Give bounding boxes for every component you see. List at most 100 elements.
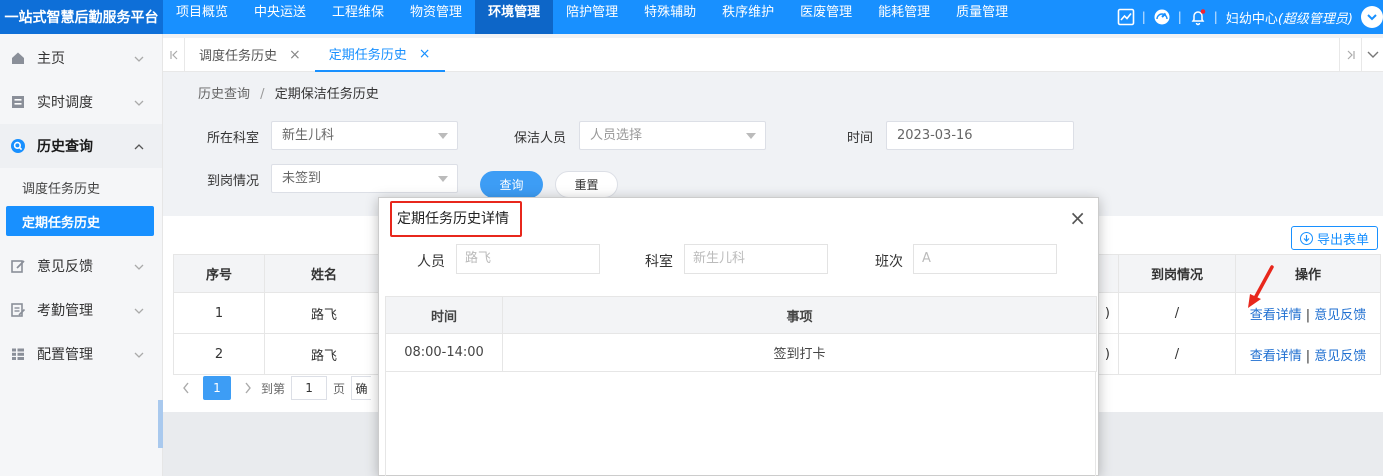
- breadcrumb-current: 定期保洁任务历史: [274, 87, 379, 102]
- cell-ops: 查看详情 | 意见反馈: [1235, 333, 1381, 375]
- pagination: 1 到第 1 页 确: [173, 376, 377, 400]
- feedback-link[interactable]: 意见反馈: [1314, 349, 1366, 364]
- search-icon: [10, 138, 26, 154]
- topnav-item-energy[interactable]: 能耗管理: [865, 0, 943, 34]
- arrival-select[interactable]: 未签到: [271, 164, 458, 193]
- tab-right-controls: [1339, 38, 1383, 72]
- separator: |: [1141, 10, 1146, 24]
- sidebar-item-feedback[interactable]: 意见反馈: [0, 244, 162, 288]
- topnav-item-central-transport[interactable]: 中央运送: [241, 0, 319, 34]
- cleaner-select-placeholder: 人员选择: [590, 128, 643, 143]
- topnav-item-overview[interactable]: 项目概览: [163, 0, 241, 34]
- export-label: 导出表单: [1316, 232, 1369, 248]
- table-header-row: 时间 事项: [385, 296, 1097, 334]
- sidebar-subitem-dispatch-history[interactable]: 调度任务历史: [0, 168, 162, 206]
- user-role: (超级管理员): [1277, 11, 1353, 27]
- sidebar-item-history[interactable]: 历史查询: [0, 124, 162, 168]
- person-field: 路飞: [456, 244, 600, 274]
- topnav-item-medical-waste[interactable]: 医废管理: [787, 0, 865, 34]
- bell-icon[interactable]: [1188, 7, 1208, 27]
- separator: |: [1213, 10, 1218, 24]
- tab-label: 定期任务历史: [328, 48, 407, 63]
- col-header-arrival: 到岗情况: [1118, 254, 1236, 293]
- dept-label: 所在科室: [207, 131, 260, 146]
- detail-modal: 定期任务历史详情 × 人员 路飞 科室 新生儿科 班次 A 时间 事项 08:0…: [378, 197, 1099, 476]
- chevron-down-icon: [134, 96, 144, 112]
- page-number-current[interactable]: 1: [203, 376, 231, 400]
- sidebar-item-home[interactable]: 主页: [0, 36, 162, 80]
- sidebar: 主页 实时调度 历史查询 调度任务历史 定期任务历史 意见反馈 考勤管理 配置管…: [0, 34, 163, 476]
- cleaner-select[interactable]: 人员选择: [579, 121, 766, 150]
- col-header-seq: 序号: [173, 254, 265, 293]
- app-title: 一站式智慧后勤服务平台: [0, 0, 163, 34]
- sidebar-item-label: 主页: [37, 51, 65, 67]
- cell-seq: 1: [173, 292, 265, 334]
- dept-field: 新生儿科: [684, 244, 828, 274]
- top-right-tools: | | | 妇幼中心(超级管理员): [1112, 0, 1383, 34]
- topnav-item-escort[interactable]: 陪护管理: [553, 0, 631, 34]
- dept-select-value: 新生儿科: [282, 128, 335, 143]
- config-icon: [10, 346, 26, 362]
- dept-select[interactable]: 新生儿科: [271, 121, 458, 150]
- topnav-item-quality[interactable]: 质量管理: [943, 0, 1021, 34]
- chevron-down-icon: [134, 260, 144, 276]
- export-button[interactable]: 导出表单: [1290, 226, 1378, 250]
- user-name[interactable]: 妇幼中心(超级管理员): [1226, 8, 1353, 27]
- arrival-select-value: 未签到: [282, 171, 322, 186]
- col-header-item: 事项: [502, 296, 1097, 334]
- link-separator: |: [1305, 307, 1311, 323]
- goto-confirm-button[interactable]: 确: [351, 376, 372, 400]
- modal-table-empty-area: [385, 372, 1096, 476]
- chevron-down-icon[interactable]: [1361, 6, 1383, 28]
- sidebar-item-label: 意见反馈: [37, 259, 93, 275]
- dept-label: 科室: [645, 254, 673, 270]
- user-org: 妇幼中心: [1225, 11, 1278, 27]
- sidebar-item-attendance[interactable]: 考勤管理: [0, 288, 162, 332]
- view-detail-link[interactable]: 查看详情: [1250, 349, 1302, 364]
- caret-down-icon: [438, 176, 448, 182]
- dashboard-icon[interactable]: [1152, 7, 1172, 27]
- chevron-up-icon: [134, 140, 144, 156]
- topnav-item-environment[interactable]: 环境管理: [475, 0, 554, 34]
- close-icon[interactable]: ×: [289, 47, 301, 63]
- topnav-item-materials[interactable]: 物资管理: [397, 0, 475, 34]
- dispatch-icon: [10, 94, 26, 110]
- table-row: 08:00-14:00 签到打卡: [385, 333, 1097, 372]
- tab-periodic-history[interactable]: 定期任务历史 ×: [314, 38, 445, 72]
- person-label: 人员: [417, 254, 445, 270]
- top-navbar: 一站式智慧后勤服务平台 项目概览 中央运送 工程维保 物资管理 环境管理 陪护管…: [0, 0, 1383, 34]
- date-input-value: 2023-03-16: [897, 128, 973, 143]
- goto-page-input[interactable]: 1: [291, 376, 328, 400]
- sidebar-item-config[interactable]: 配置管理: [0, 332, 162, 376]
- prev-page-icon[interactable]: [173, 376, 199, 400]
- feedback-link[interactable]: 意见反馈: [1314, 308, 1366, 323]
- link-separator: |: [1305, 348, 1311, 364]
- time-label: 时间: [847, 131, 874, 146]
- sidebar-item-dispatch[interactable]: 实时调度: [0, 80, 162, 124]
- tab-scroll-right-icon[interactable]: [1339, 38, 1361, 72]
- chart-icon[interactable]: [1116, 7, 1136, 27]
- chevron-down-icon[interactable]: [1361, 38, 1383, 72]
- goto-prefix: 到第: [261, 381, 286, 396]
- topnav-item-order[interactable]: 秩序维护: [709, 0, 787, 34]
- close-icon[interactable]: ×: [1069, 208, 1086, 228]
- query-button[interactable]: 查询: [480, 171, 543, 198]
- tab-scroll-left-icon[interactable]: [163, 37, 185, 72]
- goto-suffix: 页: [333, 381, 346, 396]
- reset-button[interactable]: 重置: [555, 171, 618, 198]
- tab-label: 调度任务历史: [199, 49, 278, 64]
- cell-name: 路飞: [264, 292, 384, 334]
- separator: |: [1177, 10, 1182, 24]
- col-header-time: 时间: [385, 296, 503, 334]
- sidebar-item-label: 考勤管理: [37, 303, 93, 319]
- date-input[interactable]: 2023-03-16: [886, 121, 1074, 150]
- tab-dispatch-history[interactable]: 调度任务历史 ×: [185, 38, 315, 72]
- close-icon[interactable]: ×: [419, 46, 431, 62]
- top-nav: 项目概览 中央运送 工程维保 物资管理 环境管理 陪护管理 特殊辅助 秩序维护 …: [163, 0, 1021, 34]
- sidebar-subitem-periodic-history[interactable]: 定期任务历史: [6, 206, 154, 236]
- next-page-icon[interactable]: [235, 376, 261, 400]
- topnav-item-special-aid[interactable]: 特殊辅助: [631, 0, 709, 34]
- breadcrumb-parent[interactable]: 历史查询: [198, 87, 250, 102]
- topnav-item-engineering[interactable]: 工程维保: [319, 0, 397, 34]
- feedback-icon: [10, 258, 26, 274]
